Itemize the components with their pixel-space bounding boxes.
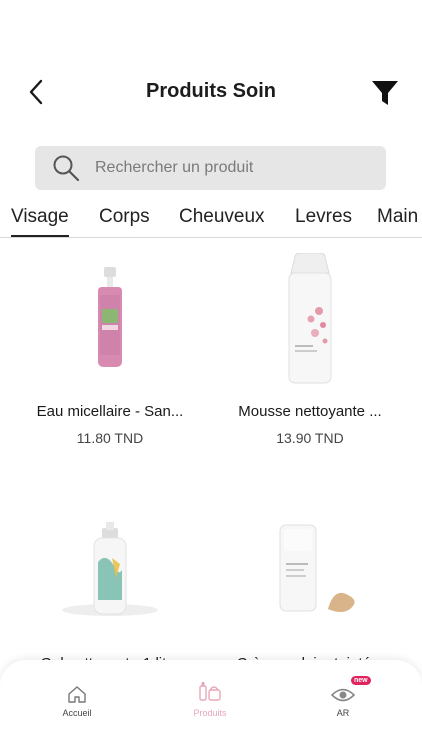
product-name: Eau micellaire - San... <box>36 403 184 420</box>
product-image <box>215 502 405 642</box>
header: Produits Soin <box>0 70 422 114</box>
product-name: Mousse nettoyante ... <box>238 403 382 420</box>
home-icon <box>27 678 127 704</box>
filter-icon <box>372 81 398 105</box>
nav-label: Accueil <box>62 708 92 718</box>
new-badge: new <box>351 676 371 685</box>
product-image <box>15 502 205 642</box>
search-icon <box>51 153 81 183</box>
eye-icon: new <box>293 676 393 704</box>
product-image <box>215 250 405 390</box>
tab-main[interactable]: Main <box>377 206 418 237</box>
product-card[interactable]: Gel nettoyant - 1 litre <box>15 502 205 672</box>
nav-produits[interactable]: Produits <box>160 678 260 718</box>
nav-accueil[interactable]: Accueil <box>27 678 127 718</box>
product-price: 11.80 TND <box>76 430 144 446</box>
nav-ar[interactable]: new AR <box>293 676 393 718</box>
bottom-navigation: Accueil Produits new AR <box>0 660 422 750</box>
product-card[interactable]: Crème solaire teinté... <box>215 502 405 672</box>
tab-cheuveux[interactable]: Cheuveux <box>179 206 265 237</box>
search-input[interactable] <box>95 159 355 177</box>
nav-label: Produits <box>193 708 227 718</box>
tab-levres[interactable]: Levres <box>295 206 352 237</box>
category-tabs: Visage Corps Cheuveux Levres Main <box>0 206 422 238</box>
product-card[interactable]: Eau micellaire - San... 11.80 TND <box>15 250 205 446</box>
product-card[interactable]: Mousse nettoyante ... 13.90 TND <box>215 250 405 446</box>
products-icon <box>160 678 260 704</box>
product-price: 13.90 TND <box>276 430 344 446</box>
tab-visage[interactable]: Visage <box>11 206 69 237</box>
product-image <box>15 250 205 390</box>
tab-corps[interactable]: Corps <box>99 206 150 237</box>
nav-label: AR <box>336 708 350 718</box>
filter-button[interactable] <box>370 78 400 108</box>
page-title: Produits Soin <box>146 80 276 102</box>
search-bar[interactable] <box>35 146 386 190</box>
